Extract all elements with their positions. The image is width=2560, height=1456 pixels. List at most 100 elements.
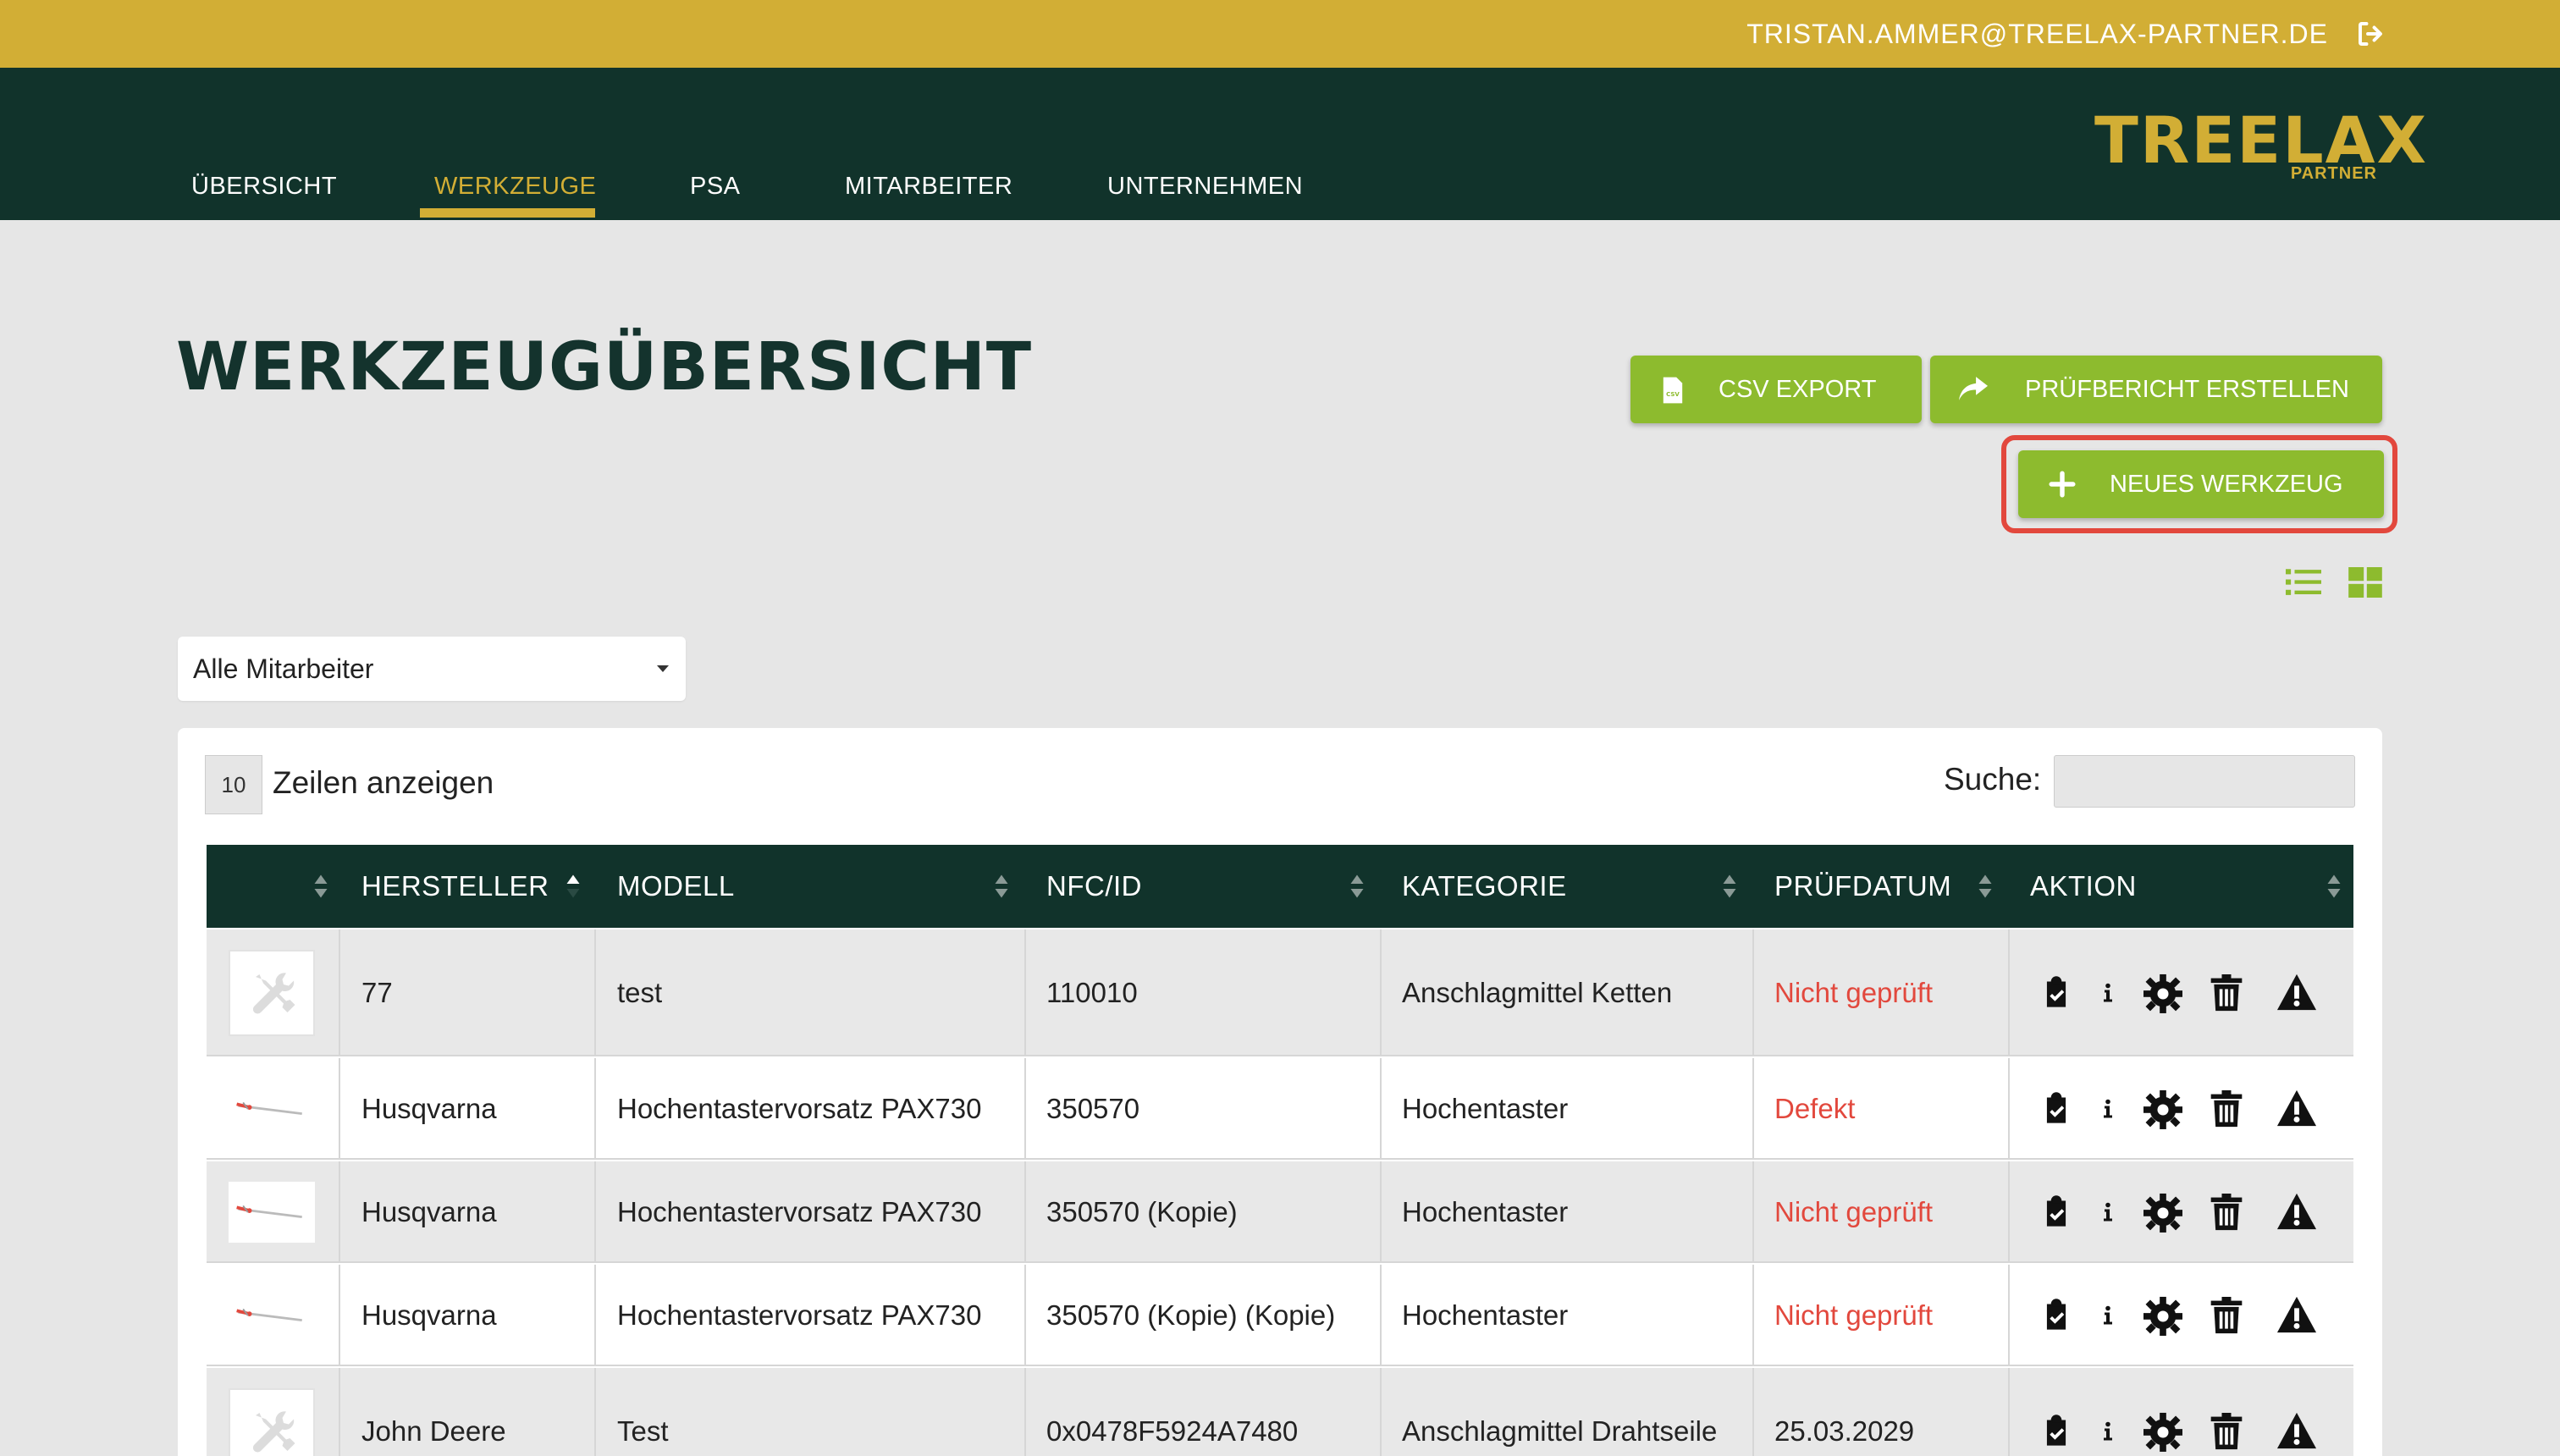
cell-nfc: 110010	[1046, 977, 1138, 1008]
clipboard-check-icon[interactable]	[2040, 1192, 2072, 1233]
column-divider	[1752, 1368, 1754, 1456]
clipboard-check-icon[interactable]	[2040, 973, 2072, 1013]
new-tool-button[interactable]: NEUES WERKZEUG	[2018, 450, 2384, 518]
list-view-icon[interactable]	[2286, 567, 2321, 598]
employee-filter-select[interactable]: Alle Mitarbeiter	[178, 637, 686, 701]
trash-icon[interactable]	[2208, 1411, 2245, 1452]
tool-placeholder-icon[interactable]	[229, 950, 315, 1036]
trash-icon[interactable]	[2208, 1295, 2245, 1336]
pole-pruner-image[interactable]	[229, 1078, 315, 1139]
gear-icon[interactable]	[2143, 1192, 2182, 1233]
column-divider	[1024, 1058, 1026, 1160]
column-divider	[1752, 1161, 1754, 1263]
column-divider	[594, 929, 596, 1056]
info-icon[interactable]	[2098, 1192, 2118, 1233]
sort-icon[interactable]	[313, 874, 328, 899]
csv-file-icon: CSV	[1663, 377, 1683, 404]
col-header-pruefdatum[interactable]: PRÜFDATUM	[1774, 845, 1951, 928]
sort-icon[interactable]	[994, 874, 1009, 899]
warning-icon[interactable]	[2274, 1411, 2320, 1452]
column-divider	[1380, 1368, 1382, 1456]
column-divider	[1024, 1265, 1026, 1366]
info-icon[interactable]	[2098, 1295, 2118, 1336]
cell-nfc: 0x0478F5924A7480	[1046, 1415, 1299, 1447]
cell-modell: Hochentastervorsatz PAX730	[617, 1299, 982, 1331]
nav-item-uebersicht[interactable]: ÜBERSICHT	[191, 169, 337, 203]
logo-subtitle: PARTNER	[2290, 164, 2377, 183]
gear-icon[interactable]	[2143, 1411, 2182, 1452]
cell-nfc: 350570 (Kopie) (Kopie)	[1046, 1299, 1336, 1331]
table-row[interactable]	[207, 1058, 2353, 1160]
pole-pruner-image[interactable]	[229, 1285, 315, 1346]
column-divider	[2008, 1058, 2010, 1160]
column-divider	[1752, 1265, 1754, 1366]
column-divider	[594, 1161, 596, 1263]
nav-item-mitarbeiter[interactable]: MITARBEITER	[845, 169, 1012, 203]
table-row[interactable]	[207, 929, 2353, 1056]
warning-icon[interactable]	[2274, 973, 2320, 1013]
nav-item-werkzeuge[interactable]: WERKZEUGE	[434, 169, 596, 203]
tool-placeholder-icon[interactable]	[229, 1388, 315, 1456]
info-icon[interactable]	[2098, 1411, 2118, 1452]
col-header-kategorie[interactable]: KATEGORIE	[1402, 845, 1567, 928]
cell-kategorie: Hochentaster	[1402, 1196, 1569, 1227]
gear-icon[interactable]	[2143, 973, 2182, 1013]
column-divider	[1380, 1058, 1382, 1160]
warning-icon[interactable]	[2274, 1089, 2320, 1129]
column-divider	[594, 1058, 596, 1160]
col-header-nfc[interactable]: NFC/ID	[1046, 845, 1142, 928]
sort-icon[interactable]	[2326, 874, 2342, 899]
grid-view-icon[interactable]	[2348, 567, 2382, 598]
sort-icon[interactable]	[1722, 874, 1737, 899]
sort-icon[interactable]	[1978, 874, 1993, 899]
cell-hersteller: Husqvarna	[361, 1093, 497, 1124]
sort-icon[interactable]	[566, 874, 581, 899]
clipboard-check-icon[interactable]	[2040, 1411, 2072, 1452]
csv-export-button[interactable]: CSV CSV EXPORT	[1630, 356, 1922, 423]
column-divider	[1752, 1058, 1754, 1160]
col-header-aktion[interactable]: AKTION	[2030, 845, 2137, 928]
clipboard-check-icon[interactable]	[2040, 1089, 2072, 1129]
column-divider	[2008, 1368, 2010, 1456]
column-divider	[2008, 1161, 2010, 1263]
user-email[interactable]: TRISTAN.AMMER@TREELAX-PARTNER.DE	[1746, 17, 2328, 51]
warning-icon[interactable]	[2274, 1192, 2320, 1233]
treelax-logo[interactable]: TREELAX	[2094, 108, 2426, 173]
trash-icon[interactable]	[2208, 1192, 2245, 1233]
warning-icon[interactable]	[2274, 1295, 2320, 1336]
cell-hersteller: 77	[361, 977, 393, 1008]
create-report-button[interactable]: PRÜFBERICHT ERSTELLEN	[1930, 356, 2382, 423]
csv-export-label: CSV EXPORT	[1719, 376, 1877, 403]
search-input[interactable]	[2054, 755, 2355, 808]
gear-icon[interactable]	[2143, 1089, 2182, 1129]
svg-text:CSV: CSV	[1666, 391, 1680, 398]
cell-pruefdatum: 25.03.2029	[1774, 1415, 1915, 1447]
col-header-hersteller[interactable]: HERSTELLER	[361, 845, 549, 928]
nav-item-unternehmen[interactable]: UNTERNEHMEN	[1107, 169, 1303, 203]
info-icon[interactable]	[2098, 1089, 2118, 1129]
new-tool-label: NEUES WERKZEUG	[2110, 471, 2343, 498]
column-divider	[594, 1265, 596, 1366]
rows-per-page-label: Zeilen anzeigen	[273, 765, 494, 800]
cell-hersteller: John Deere	[361, 1415, 506, 1447]
cell-pruefdatum: Nicht geprüft	[1774, 977, 1934, 1008]
column-divider	[1024, 1161, 1026, 1263]
column-divider	[2008, 1265, 2010, 1366]
table-row[interactable]	[207, 1161, 2353, 1263]
sort-icon[interactable]	[1349, 874, 1365, 899]
cell-pruefdatum: Nicht geprüft	[1774, 1196, 1934, 1227]
nav-item-psa[interactable]: PSA	[690, 169, 741, 203]
pole-pruner-image[interactable]	[229, 1182, 315, 1243]
cell-pruefdatum: Nicht geprüft	[1774, 1299, 1934, 1331]
column-divider	[1380, 1265, 1382, 1366]
sign-out-icon[interactable]	[2355, 19, 2386, 49]
col-header-modell[interactable]: MODELL	[617, 845, 735, 928]
clipboard-check-icon[interactable]	[2040, 1295, 2072, 1336]
trash-icon[interactable]	[2208, 973, 2245, 1013]
cell-kategorie: Anschlagmittel Ketten	[1402, 977, 1673, 1008]
info-icon[interactable]	[2098, 973, 2118, 1013]
column-divider	[1024, 929, 1026, 1056]
trash-icon[interactable]	[2208, 1089, 2245, 1129]
rows-per-page-select[interactable]: 10	[205, 755, 262, 814]
gear-icon[interactable]	[2143, 1295, 2182, 1336]
